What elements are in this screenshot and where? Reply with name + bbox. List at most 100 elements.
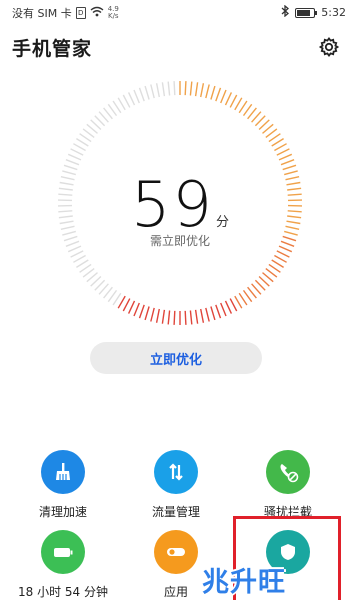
gauge-tick [271,138,284,147]
gauge-tick [138,304,145,319]
tool-data-management[interactable]: 流量管理 [116,450,236,520]
gauge-tick [184,81,187,96]
carrier-text: 没有 SIM 卡 [12,7,72,20]
gauge-tick [122,298,131,312]
tool-battery[interactable]: 18 小时 54 分钟 [3,530,123,600]
gauge-tick [167,81,171,96]
gauge-tick [79,133,92,143]
optimize-now-button[interactable]: 立即优化 [90,342,262,374]
gauge-tick [173,310,176,325]
score-display: 59 分 [0,168,360,241]
wifi-icon [90,6,104,20]
gauge-tick [276,250,290,258]
gauge-tick [76,138,89,147]
gauge-tick [144,306,150,321]
gauge-tick [194,82,199,97]
battery-icon [295,7,318,18]
gauge-tick [173,81,176,96]
gauge-tick [82,128,95,138]
gauge-tick [268,263,281,273]
gauge-tick [117,97,126,111]
gauge-tick [200,83,205,98]
gauge-tick [242,103,253,117]
tool-cleanup[interactable]: 清理加速 [3,450,123,520]
app-toggle-icon [154,530,198,574]
gauge-tick [70,250,84,258]
gauge-tick [150,307,155,322]
gauge-tick [278,153,293,161]
gauge-tick [189,81,193,96]
gauge-tick [103,286,113,299]
gauge-tick [70,148,84,156]
score-status: 需立即优化 [149,234,210,248]
data-arrows-icon [154,450,198,494]
gauge-tick [229,94,238,108]
gauge-tick [200,308,205,323]
gauge-tick [107,289,118,303]
net-speed-unit: K/s [107,12,119,20]
status-bar: 没有 SIM 卡 D 4.9 K/s 5:32 [0,0,360,24]
gauge-tick [210,306,216,321]
gauge-tick [242,289,253,303]
tool-label: 清理加速 [38,505,87,519]
phone-block-icon [266,450,310,494]
gauge-tick [103,107,113,120]
score-value: 59 [131,168,214,241]
gauge-tick [238,100,248,114]
gauge-tick [67,153,82,161]
battery-icon [41,530,85,574]
gauge-tick [76,259,89,268]
gauge-tick [138,87,145,102]
gauge-tick [73,143,86,152]
battery-fill [297,9,310,16]
score-unit: 分 [215,215,229,230]
gauge-tick [133,302,140,317]
gauge-tick [155,308,160,323]
gauge-tick [280,159,295,166]
gauge-tick [79,263,92,273]
gauge-tick [65,159,80,166]
gauge-tick [234,295,243,309]
gauge-tick [274,143,287,152]
gauge-tick [265,128,278,138]
gauge-tick [122,94,131,108]
page-title: 手机管家 [12,38,93,60]
gauge-tick [265,268,278,278]
settings-gear-icon[interactable] [318,36,340,58]
gauge-tick [220,302,227,317]
gauge-tick [133,89,140,104]
gauge-tick [210,85,216,100]
gauge-tick [215,304,222,319]
tool-label: 18 小时 54 分钟 [18,585,108,599]
gauge-tick [205,307,210,322]
gauge-tick [276,148,290,156]
gauge-tick [215,87,222,102]
gauge-tick [247,107,257,120]
bluetooth-icon [281,4,290,20]
gauge-tick [150,84,155,99]
tool-label: 流量管理 [151,505,200,519]
gauge-tick [155,83,160,98]
gauge-tick [224,92,233,106]
gauge-tick [112,100,122,114]
watermark-text: 兆升旺 [202,567,286,598]
gauge-tick [167,310,171,325]
gauge-tick [184,310,187,325]
gauge-tick [194,309,199,324]
net-speed: 4.9 K/s [108,6,119,20]
gauge-tick [234,97,243,111]
tool-harassment-block[interactable]: 骚扰拦截 [228,450,348,520]
gauge-tick [127,300,136,314]
gauge-tick [268,133,281,143]
gauge-tick [144,85,150,100]
gauge-tick [274,254,287,263]
gauge-tick [107,103,118,117]
gauge-tick [247,286,257,299]
gauge-tick [73,254,86,263]
sim-icon: D [75,7,86,19]
gauge-tick [224,300,233,314]
gauge-tick [117,295,126,309]
gauge-tick [220,89,227,104]
gauge-tick [82,268,95,278]
gauge-tick [127,92,136,106]
